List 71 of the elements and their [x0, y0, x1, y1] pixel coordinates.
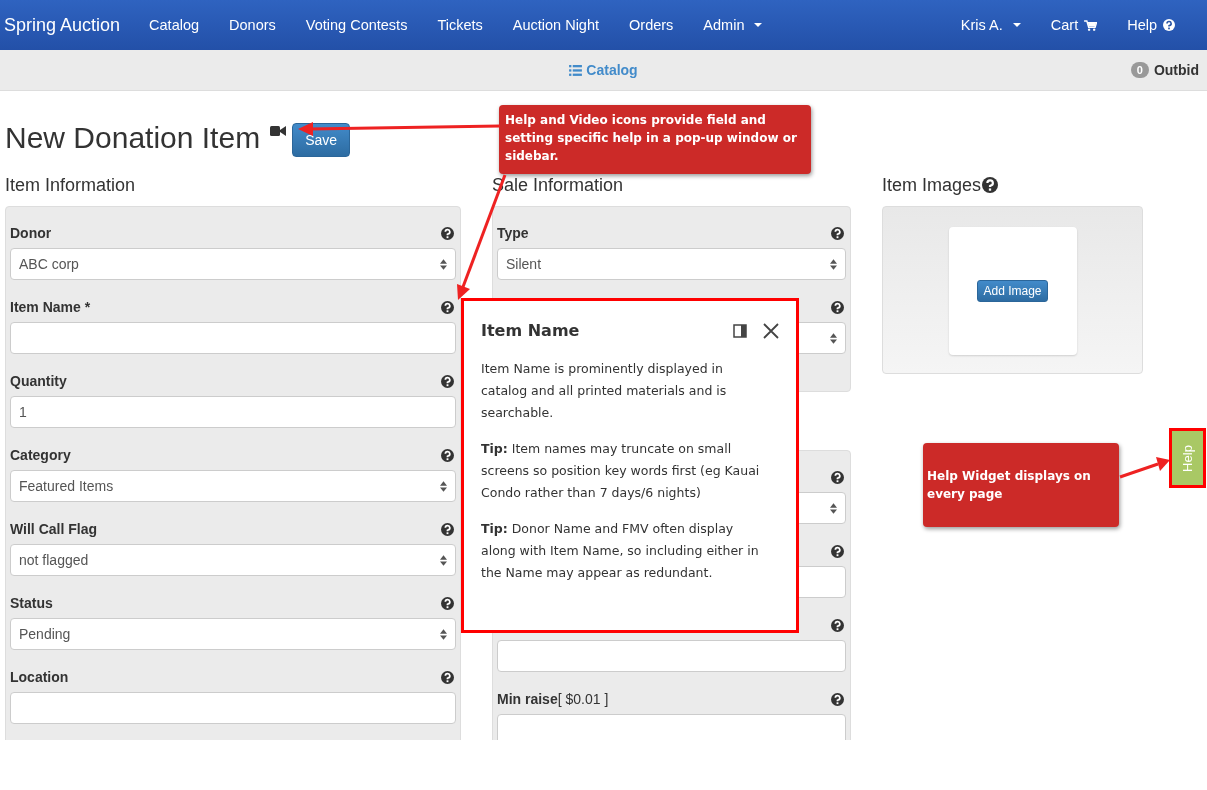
annotation-arrow — [1119, 457, 1170, 479]
nav-link[interactable]: Kris A. — [945, 17, 1036, 33]
cart-icon — [1084, 19, 1098, 31]
input-field[interactable]: 1 — [10, 396, 456, 428]
section-title: Item Images — [882, 175, 982, 195]
select-arrows-icon — [830, 502, 837, 514]
select-arrows-icon — [440, 258, 447, 270]
help-icon[interactable] — [831, 618, 844, 632]
close-icon[interactable] — [763, 322, 779, 339]
nav-link[interactable]: Voting Contests — [290, 17, 423, 33]
help-icon[interactable] — [441, 300, 454, 314]
field-label: Donor — [10, 225, 52, 241]
select-field[interactable]: Silent — [497, 248, 846, 280]
help-paragraph: Tip: Item names may truncate on small screens so position key words first (eg Kauai Condo rather than 7 days/6 nights) — [481, 440, 761, 502]
select-arrows-icon — [830, 258, 837, 270]
nav-link[interactable]: Cart — [1035, 17, 1113, 33]
select-arrows-icon — [440, 480, 447, 492]
sidebar-icon[interactable] — [733, 323, 747, 338]
outbid-label[interactable]: Outbid — [1153, 62, 1199, 78]
video-camera-icon[interactable] — [270, 125, 287, 137]
field-label: Will Call Flag — [10, 521, 97, 537]
nav-link[interactable]: Donors — [214, 17, 291, 33]
select-field[interactable]: Pending — [10, 618, 456, 650]
select-arrows-icon — [440, 628, 447, 640]
field-label: Category — [10, 447, 71, 463]
help-icon[interactable] — [441, 226, 454, 240]
select-field[interactable]: ABC corp — [10, 248, 456, 280]
add-image-button[interactable]: Add Image — [977, 280, 1048, 302]
field-label: Type — [497, 225, 529, 241]
input-field[interactable] — [497, 714, 846, 740]
help-paragraph: Item Name is prominently displayed in catalog and all printed materials and is searchable. — [481, 360, 728, 422]
annotation-callout: Help Widget displays on every page — [923, 443, 1119, 527]
field-label: Min raise[ $0.01 ] — [497, 691, 609, 707]
field-label: Status — [10, 595, 53, 611]
input-field[interactable] — [10, 322, 456, 354]
popup-title: Item Name — [481, 321, 581, 340]
help-icon[interactable] — [831, 226, 844, 240]
help-icon[interactable] — [441, 522, 454, 536]
count-badge: 0 — [1130, 62, 1149, 78]
page-title: New Donation Item — [5, 121, 261, 155]
nav-link[interactable]: Help — [1112, 17, 1207, 33]
nav-link[interactable]: Tickets — [422, 17, 498, 33]
help-icon[interactable] — [441, 374, 454, 388]
nav-link[interactable]: Auction Night — [497, 17, 615, 33]
select-arrows-icon — [830, 332, 837, 344]
brand-link[interactable]: Spring Auction — [4, 14, 121, 36]
input-field[interactable] — [497, 640, 846, 672]
help-icon[interactable] — [441, 596, 454, 610]
nav-link[interactable]: Admin — [688, 17, 778, 33]
help-paragraph: Tip: Donor Name and FMV often display along with Item Name, so including either in the Name may appear as redundant. — [481, 520, 760, 582]
help-icon[interactable] — [441, 448, 454, 462]
field-label: Item Name * — [10, 299, 91, 315]
section-title: Item Information — [5, 175, 137, 195]
help-icon[interactable] — [831, 300, 844, 314]
caret-icon — [1012, 23, 1021, 27]
help-icon[interactable] — [982, 177, 999, 193]
select-arrows-icon — [440, 554, 447, 566]
help-icon[interactable] — [831, 470, 844, 484]
list-icon — [569, 64, 583, 76]
select-field[interactable]: Featured Items — [10, 470, 456, 502]
nav-link[interactable]: Orders — [614, 17, 689, 33]
help-icon[interactable] — [831, 692, 844, 706]
input-field[interactable] — [10, 692, 456, 724]
help-icon[interactable] — [441, 670, 454, 684]
field-label: Location — [10, 669, 69, 685]
help-icon[interactable] — [831, 544, 844, 558]
annotation-callout: Help and Video icons provide field and setting specific help in a pop-up window or sidebar. — [499, 105, 811, 174]
field-label: Quantity — [10, 373, 67, 389]
nav-link[interactable]: Catalog — [134, 17, 215, 33]
help-icon — [1163, 19, 1175, 31]
select-field[interactable]: not flagged — [10, 544, 456, 576]
